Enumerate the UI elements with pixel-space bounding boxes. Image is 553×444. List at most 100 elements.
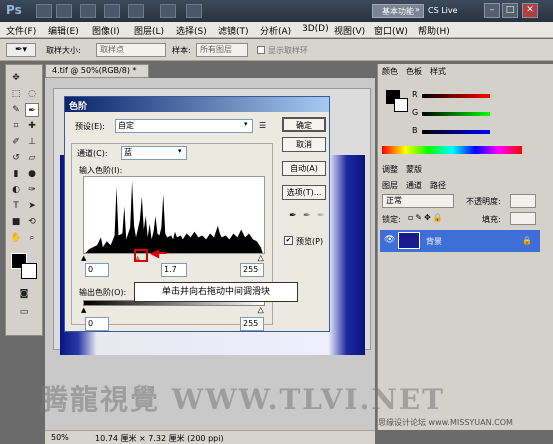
bridge-icon[interactable] <box>36 4 52 18</box>
eraser-tool-icon[interactable]: ▱ <box>25 151 39 165</box>
3d-rotate-tool-icon[interactable]: ⟲ <box>25 215 39 229</box>
blend-mode-select[interactable]: 正常 <box>382 194 454 208</box>
dodge-tool-icon[interactable]: ◐ <box>9 183 23 197</box>
minimize-button[interactable]: – <box>484 3 500 18</box>
preset-options-icon[interactable]: ☰ <box>259 121 271 133</box>
screen-mode-tool-icon[interactable]: ▭ <box>17 305 31 319</box>
green-slider[interactable] <box>422 112 490 116</box>
output-black-field[interactable]: 0 <box>85 317 109 331</box>
blur-tool-icon[interactable]: ● <box>25 167 39 181</box>
zoom-level-icon[interactable] <box>80 4 96 18</box>
history-brush-tool-icon[interactable]: ↺ <box>9 151 23 165</box>
path-selection-tool-icon[interactable]: ➤ <box>25 199 39 213</box>
type-tool-icon[interactable]: T <box>9 199 23 213</box>
sample-size-label: 取样大小: <box>46 46 81 55</box>
restore-button[interactable]: □ <box>502 3 518 18</box>
menu-window[interactable]: 窗口(W) <box>374 24 408 37</box>
blue-slider[interactable] <box>422 130 490 134</box>
workspace-menu-chevron-icon[interactable]: » <box>415 5 425 17</box>
menu-3d[interactable]: 3D(D) <box>302 24 329 34</box>
black-point-eyedropper-icon[interactable]: ✒ <box>289 211 299 223</box>
auto-button[interactable]: 自动(A) <box>282 161 326 176</box>
eyedropper-tool-icon[interactable]: ✒ <box>25 103 39 117</box>
quick-select-tool-icon[interactable]: ✎ <box>9 103 23 117</box>
hand-tool-icon[interactable]: ✋ <box>9 231 23 245</box>
layer-lock-icon: 🔒 <box>522 236 532 245</box>
mini-bridge-icon[interactable] <box>56 4 72 18</box>
ok-button[interactable]: 确定 <box>282 117 326 132</box>
panel-tab-swatches[interactable]: 色板 <box>406 66 422 79</box>
preset-dropdown-icon[interactable]: ▾ <box>244 120 252 132</box>
layer-row-background[interactable]: 👁 背景 🔒 <box>380 230 540 252</box>
menu-edit[interactable]: 编辑(E) <box>48 24 79 37</box>
sample-size-select[interactable]: 取样点 <box>96 43 166 57</box>
lasso-tool-icon[interactable]: ◌ <box>25 87 39 101</box>
zoom-tool-icon[interactable] <box>128 4 144 18</box>
preview-checkbox[interactable]: ✔ <box>284 236 293 245</box>
color-panel-background[interactable] <box>394 98 408 112</box>
panel-tab-masks[interactable]: 蒙版 <box>406 164 422 177</box>
menu-layer[interactable]: 图层(L) <box>134 24 164 37</box>
options-button[interactable]: 选项(T)... <box>282 185 326 200</box>
healing-brush-tool-icon[interactable]: ✚ <box>25 119 39 133</box>
lock-icons[interactable]: ▫✎✥🔒 <box>408 213 448 224</box>
sample-select[interactable]: 所有图层 <box>196 43 248 57</box>
clone-stamp-tool-icon[interactable]: ⊥ <box>25 135 39 149</box>
arrange-documents-icon[interactable] <box>160 4 176 18</box>
toolbox: ✥ ⬚ ◌ ✎ ✒ ⌗ ✚ ✐ ⊥ ↺ ▱ ▮ ● ◐ ✑ T ➤ ■ ⟲ ✋ … <box>5 64 43 336</box>
move-tool-icon[interactable]: ✥ <box>9 71 23 85</box>
opacity-field[interactable] <box>510 194 536 208</box>
shape-tool-icon[interactable]: ■ <box>9 215 23 229</box>
cs-live-button[interactable]: CS Live <box>428 4 474 18</box>
input-black-slider[interactable]: ▲ <box>81 254 89 262</box>
input-midtone-field[interactable]: 1.7 <box>161 263 187 277</box>
menu-image[interactable]: 图像(I) <box>92 24 120 37</box>
hand-tool-icon[interactable] <box>104 4 120 18</box>
panel-tab-layers[interactable]: 图层 <box>382 180 398 193</box>
channel-dropdown-icon[interactable]: ▾ <box>178 147 186 159</box>
eyedropper-tool-preset-icon[interactable]: ✒▾ <box>6 43 36 57</box>
panel-tab-paths[interactable]: 路径 <box>430 180 446 193</box>
screen-mode-icon[interactable] <box>186 4 202 18</box>
output-white-field[interactable]: 255 <box>240 317 264 331</box>
zoom-readout[interactable]: 50% <box>51 433 69 442</box>
document-tab[interactable]: 4.tif @ 50%(RGB/8) * <box>45 64 149 78</box>
menu-filter[interactable]: 滤镜(T) <box>218 24 249 37</box>
marquee-tool-icon[interactable]: ⬚ <box>9 87 23 101</box>
panel-tab-channels[interactable]: 通道 <box>406 180 422 193</box>
preset-select[interactable]: 自定 <box>115 119 253 133</box>
white-point-eyedropper-icon[interactable]: ✒ <box>317 211 327 223</box>
panel-tab-styles[interactable]: 样式 <box>430 66 446 79</box>
panel-tab-adjustments[interactable]: 调整 <box>382 164 398 177</box>
output-white-slider[interactable]: ▲ <box>258 306 266 315</box>
input-black-field[interactable]: 0 <box>85 263 109 277</box>
output-black-slider[interactable]: ▲ <box>81 306 89 314</box>
quick-mask-icon[interactable]: ◙ <box>17 287 31 301</box>
gradient-tool-icon[interactable]: ▮ <box>9 167 23 181</box>
cancel-button[interactable]: 取消 <box>282 137 326 152</box>
close-button[interactable]: ✕ <box>522 3 538 18</box>
crop-tool-icon[interactable]: ⌗ <box>9 119 23 133</box>
menu-analysis[interactable]: 分析(A) <box>260 24 291 37</box>
brush-tool-icon[interactable]: ✐ <box>9 135 23 149</box>
red-slider[interactable] <box>422 94 490 98</box>
pen-tool-icon[interactable]: ✑ <box>25 183 39 197</box>
menu-file[interactable]: 文件(F) <box>6 24 36 37</box>
input-white-slider[interactable]: ▲ <box>258 254 266 263</box>
gray-point-eyedropper-icon[interactable]: ✒ <box>303 211 313 223</box>
visibility-eye-icon[interactable]: 👁 <box>384 235 395 245</box>
zoom-tool-icon[interactable]: ⌕ <box>25 231 39 245</box>
panel-tab-color[interactable]: 颜色 <box>382 66 398 79</box>
instruction-callout: 单击并向右拖动中间调滑块 <box>134 282 298 302</box>
background-color-swatch[interactable] <box>21 263 37 279</box>
menu-view[interactable]: 视图(V) <box>334 24 365 37</box>
menu-select[interactable]: 选择(S) <box>176 24 207 37</box>
title-bar: Ps 基本功能 » CS Live – □ ✕ <box>0 0 553 22</box>
opacity-label: 不透明度: <box>466 197 501 206</box>
fill-field[interactable] <box>510 212 536 225</box>
show-sampling-ring-checkbox[interactable] <box>257 46 265 54</box>
menu-help[interactable]: 帮助(H) <box>418 24 450 37</box>
color-spectrum-bar[interactable] <box>382 146 522 154</box>
menu-bar: 文件(F) 编辑(E) 图像(I) 图层(L) 选择(S) 滤镜(T) 分析(A… <box>0 22 553 38</box>
input-white-field[interactable]: 255 <box>240 263 264 277</box>
